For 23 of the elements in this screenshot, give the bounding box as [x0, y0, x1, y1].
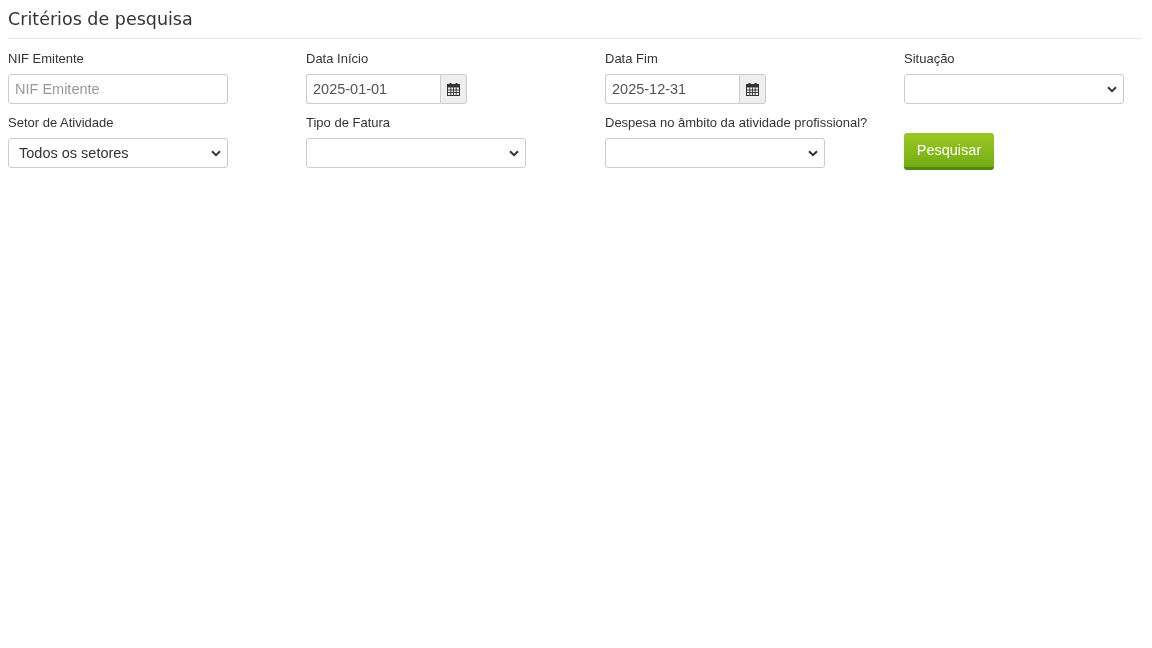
field-label: Setor de Atividade [8, 115, 114, 131]
field-label: NIF Emitente [8, 51, 84, 67]
calendar-button[interactable] [739, 74, 766, 104]
date-input[interactable]: 2025-12-31 [605, 74, 739, 104]
calendar-icon [746, 82, 759, 96]
dropdown-select[interactable]: Todos os setores [8, 138, 228, 168]
dropdown-select[interactable] [605, 138, 825, 168]
chevron-down-icon [509, 149, 519, 157]
chevron-down-icon [1107, 85, 1117, 93]
chevron-down-icon [808, 149, 818, 157]
field-label: Data Fim [605, 51, 658, 67]
calendar-icon [447, 82, 460, 96]
section-title: Critérios de pesquisa [8, 8, 194, 30]
calendar-button[interactable] [440, 74, 467, 104]
field-label: Despesa no âmbito da atividade profissional? [605, 115, 868, 131]
date-input[interactable]: 2025-01-01 [306, 74, 440, 104]
dropdown-select[interactable] [306, 138, 526, 168]
dropdown-select[interactable] [904, 74, 1124, 104]
field-label: Tipo de Fatura [306, 115, 391, 131]
chevron-down-icon [211, 149, 221, 157]
field-label: Data Início [306, 51, 369, 67]
field-label: Situação [904, 51, 955, 67]
text-input[interactable]: NIF Emitente [8, 74, 228, 104]
